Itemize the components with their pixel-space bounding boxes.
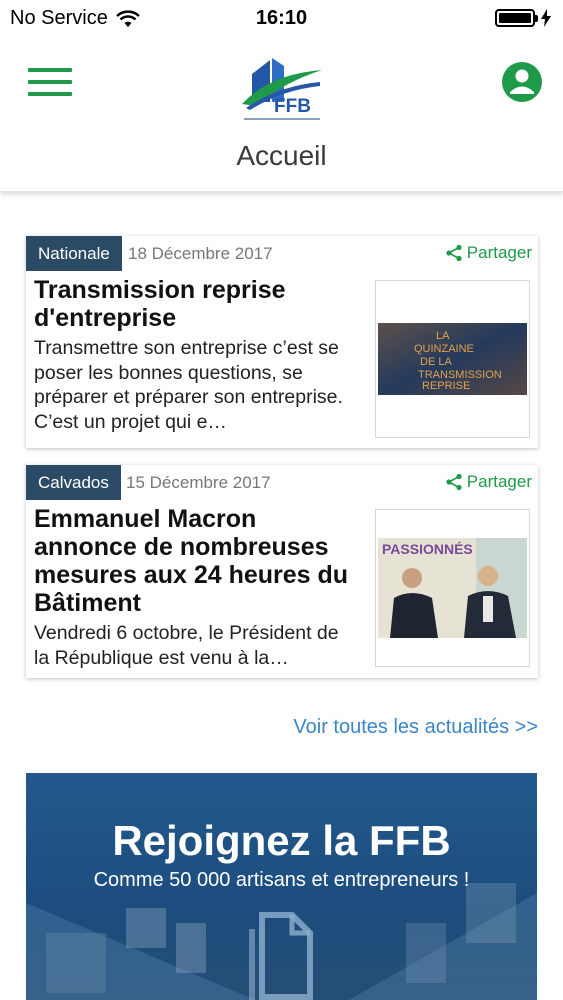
- article-excerpt: Vendredi 6 octobre, le Président de la R…: [34, 622, 339, 669]
- app-header: FFB Accueil: [0, 36, 563, 192]
- news-card[interactable]: Nationale 18 Décembre 2017 Partager Tran…: [26, 236, 538, 448]
- transmission-image: LA QUINZAINE DE LA TRANSMISSION REPRISE: [378, 323, 527, 395]
- battery-status: [495, 9, 551, 27]
- status-bar: No Service 16:10: [0, 0, 563, 36]
- page-title: Accueil: [236, 140, 327, 171]
- article-date: 18 Décembre 2017: [128, 244, 273, 263]
- see-all-news-link[interactable]: Voir toutes les actualités >>: [293, 716, 538, 739]
- share-button[interactable]: Partager: [445, 243, 532, 263]
- article-excerpt: Transmettre son entreprise c’est se pose…: [34, 337, 343, 433]
- macron-photo: PASSIONNÉS: [378, 538, 527, 638]
- category-tag: Nationale: [26, 236, 122, 271]
- article-thumbnail[interactable]: PASSIONNÉS: [375, 509, 530, 667]
- article-date: 15 Décembre 2017: [126, 473, 271, 492]
- ffb-logo: FFB: [242, 58, 322, 120]
- category-tag: Calvados: [26, 465, 121, 500]
- article-thumbnail[interactable]: LA QUINZAINE DE LA TRANSMISSION REPRISE: [375, 280, 530, 438]
- image-text: QUINZAINE: [414, 343, 474, 355]
- join-title: Rejoignez la FFB: [112, 817, 451, 864]
- join-ffb-banner[interactable]: Rejoignez la FFB Comme 50 000 artisans e…: [26, 773, 537, 1000]
- battery-icon: [495, 9, 538, 27]
- image-text: DE LA: [420, 356, 452, 368]
- share-label: Partager: [466, 472, 532, 491]
- article-title[interactable]: Transmission reprise d'entreprise: [34, 276, 359, 332]
- hamburger-menu-button[interactable]: [28, 68, 72, 100]
- share-button[interactable]: Partager: [445, 472, 532, 492]
- document-icon: [249, 912, 313, 1000]
- share-icon: [446, 473, 462, 491]
- article-title[interactable]: Emmanuel Macron annonce de nombreuses me…: [34, 505, 359, 617]
- share-label: Partager: [466, 243, 532, 262]
- clock: 16:10: [255, 7, 308, 29]
- user-account-icon[interactable]: [501, 61, 543, 103]
- image-text: PASSIONNÉS: [382, 541, 473, 557]
- news-card[interactable]: Calvados 15 Décembre 2017 Partager Emman…: [26, 465, 538, 678]
- charging-icon: [541, 9, 551, 27]
- image-text: REPRISE: [422, 380, 470, 392]
- join-subtitle: Comme 50 000 artisans et entrepreneurs !: [93, 869, 470, 891]
- image-text: LA: [436, 330, 450, 342]
- logo-text: FFB: [274, 96, 311, 117]
- share-icon: [446, 244, 462, 262]
